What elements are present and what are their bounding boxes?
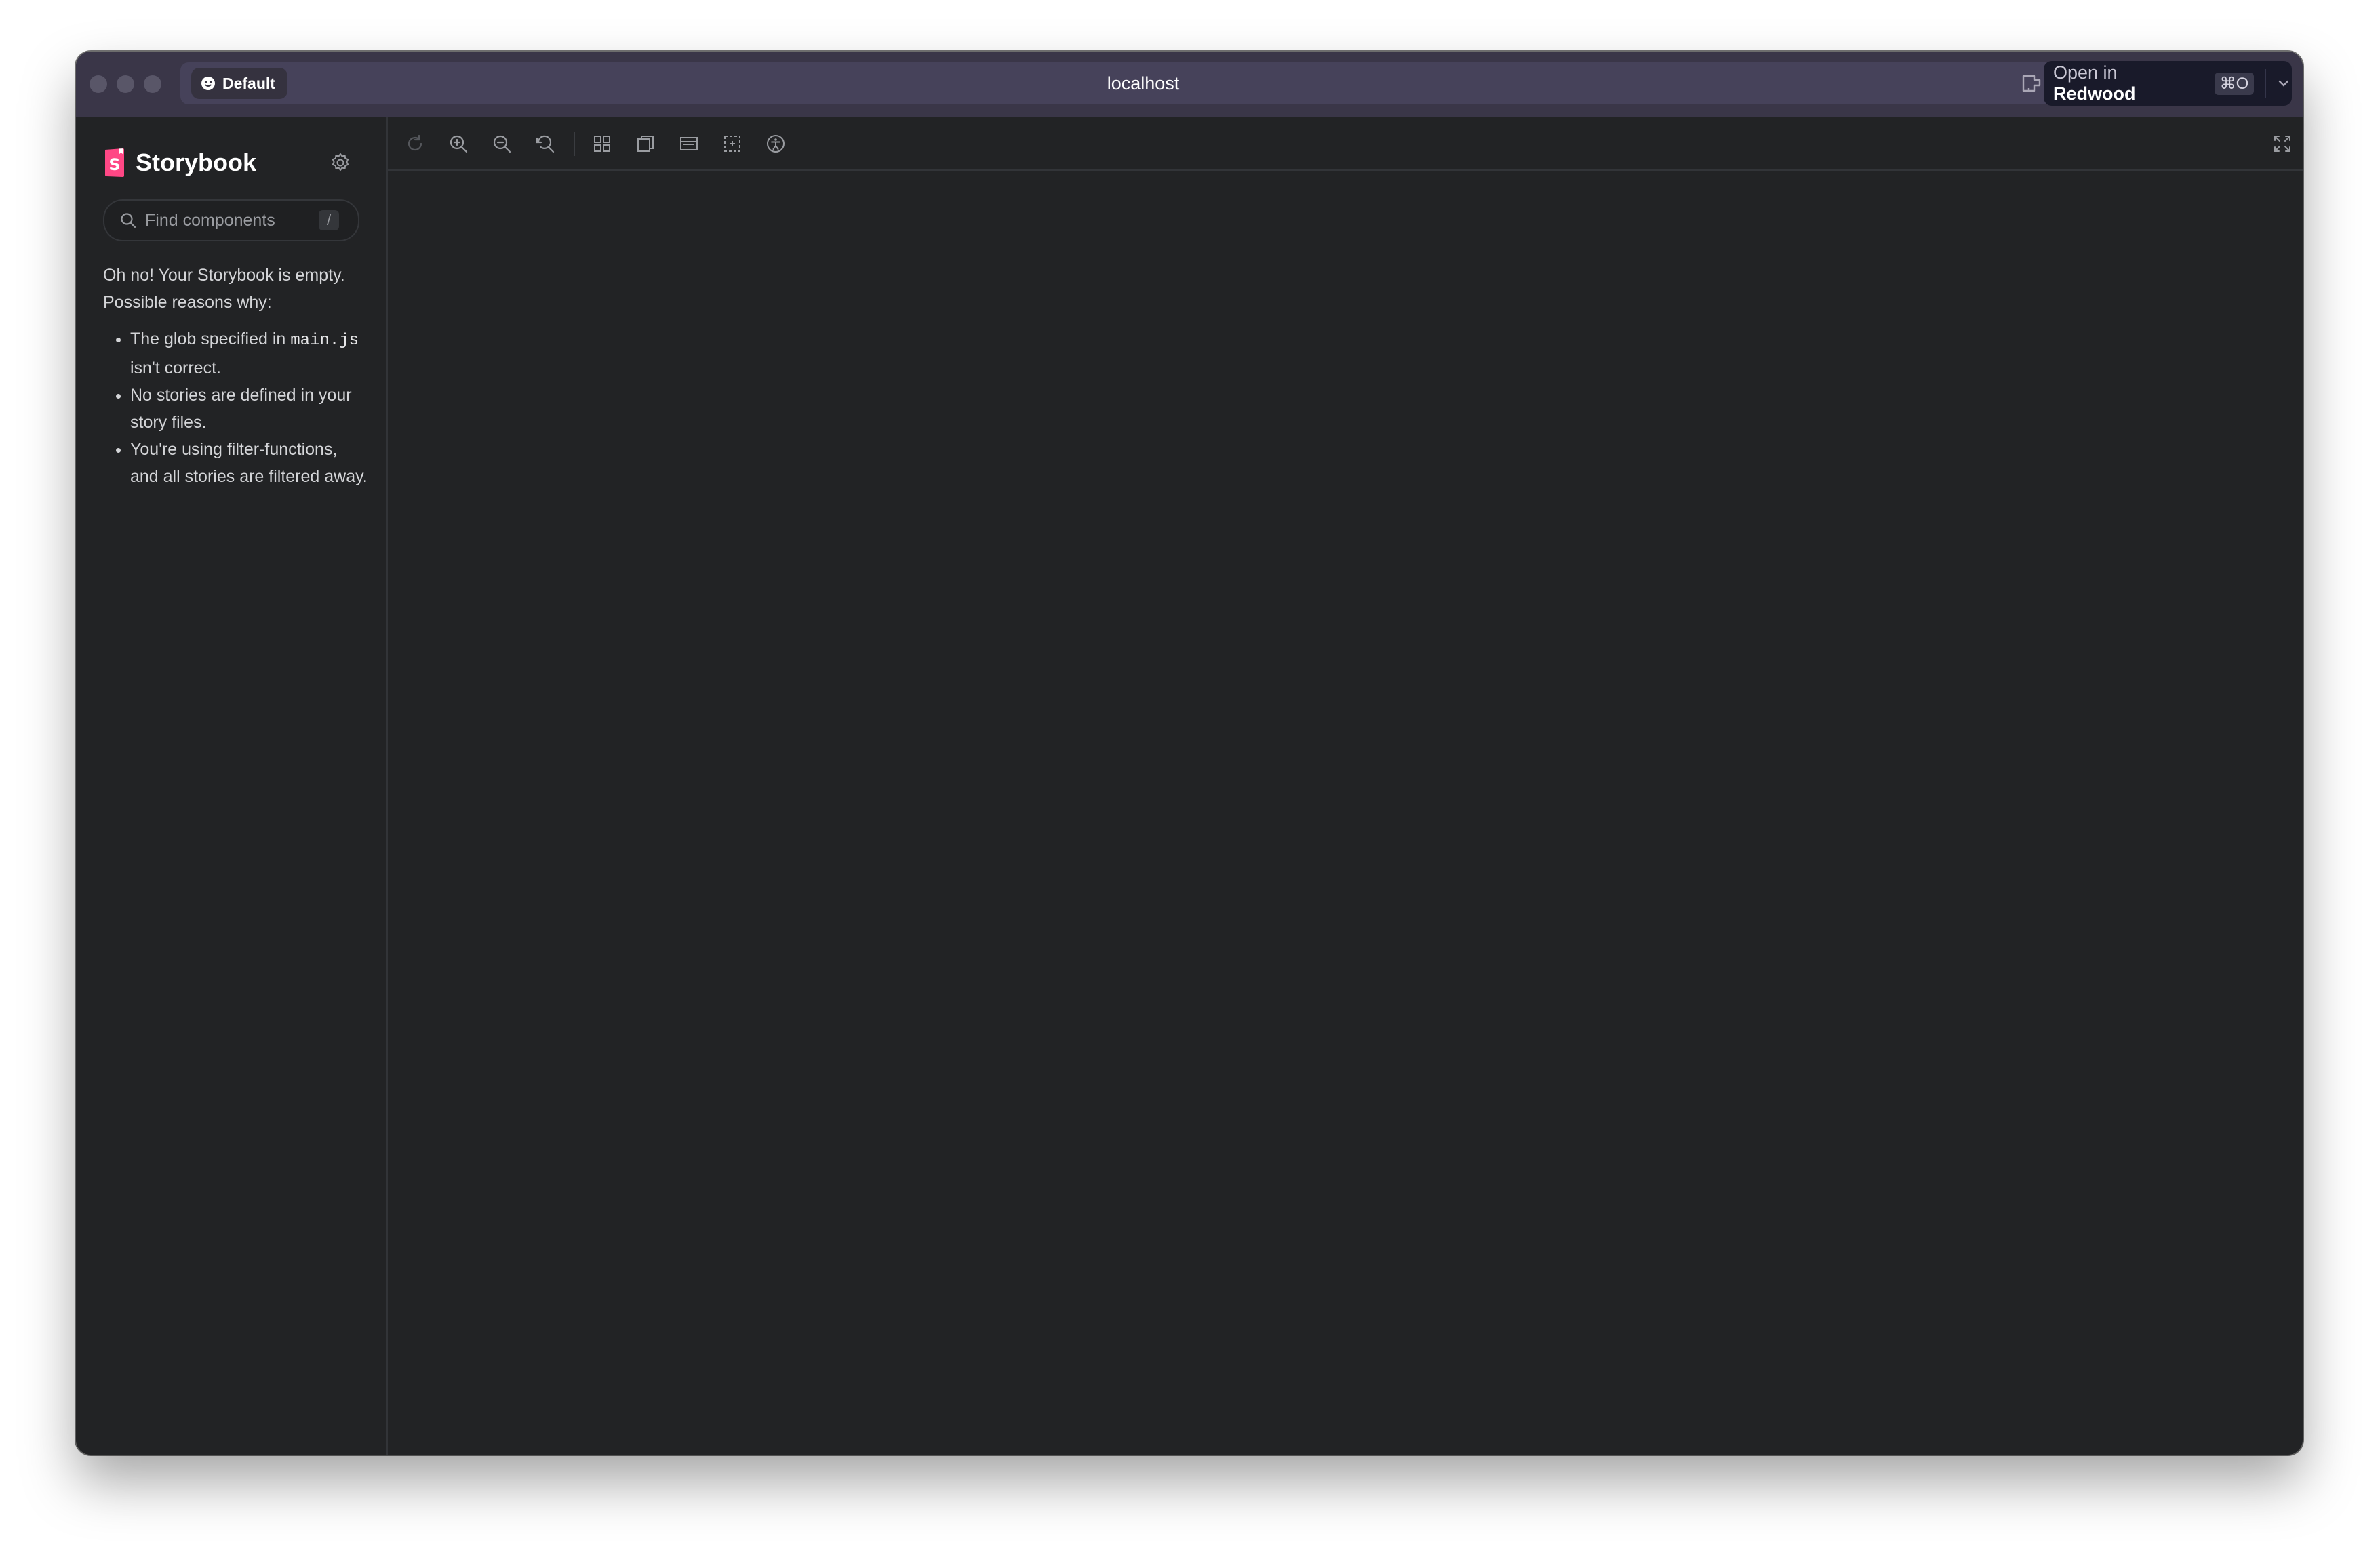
- chevron-down-icon[interactable]: [2276, 75, 2292, 92]
- storybook-logo[interactable]: S Storybook: [103, 148, 256, 178]
- button-divider: [2265, 69, 2267, 98]
- shortcut-badge: ⌘O: [2214, 72, 2255, 95]
- maximize-window-button[interactable]: [144, 75, 161, 93]
- title-bar: Default localhost Open in Redwood ⌘O: [76, 52, 2303, 117]
- preview-toolbar: [388, 117, 2303, 171]
- address-bar[interactable]: Default localhost: [180, 62, 2106, 104]
- sidebar: S Storybook Find components / Oh no! You…: [76, 117, 388, 1455]
- extension-icon[interactable]: [2019, 70, 2045, 96]
- list-item: The glob specified in main.js isn't corr…: [130, 325, 368, 382]
- fullscreen-icon[interactable]: [2272, 133, 2293, 155]
- zoom-in-icon[interactable]: [448, 133, 469, 155]
- preview-area: [388, 117, 2303, 1455]
- list-item: No stories are defined in your story fil…: [130, 382, 368, 436]
- open-in-label: Open in Redwood: [2053, 62, 2136, 104]
- reasons-list: The glob specified in main.js isn't corr…: [103, 325, 368, 490]
- open-in-app-button[interactable]: Open in Redwood ⌘O: [2044, 61, 2292, 106]
- zoom-reset-icon[interactable]: [534, 133, 556, 155]
- storybook-logo-icon: S: [105, 148, 124, 177]
- zoom-out-icon[interactable]: [491, 133, 513, 155]
- reload-icon[interactable]: [404, 133, 426, 155]
- close-window-button[interactable]: [90, 75, 107, 93]
- gear-icon[interactable]: [330, 152, 351, 174]
- empty-intro: Oh no! Your Storybook is empty. Possible…: [103, 266, 345, 312]
- browser-window: Default localhost Open in Redwood ⌘O S S…: [76, 52, 2303, 1455]
- search-input[interactable]: Find components /: [103, 199, 359, 241]
- grid-icon[interactable]: [591, 133, 613, 155]
- svg-text:S: S: [108, 155, 120, 174]
- list-item: You're using filter-functions, and all s…: [130, 436, 368, 490]
- viewport-icon[interactable]: [678, 133, 700, 155]
- minimize-window-button[interactable]: [117, 75, 134, 93]
- accessibility-icon[interactable]: [765, 133, 787, 155]
- search-icon: [121, 213, 136, 228]
- brand-name: Storybook: [136, 148, 257, 176]
- empty-state-message: Oh no! Your Storybook is empty. Possible…: [103, 262, 368, 490]
- code-snippet: main.js: [290, 331, 359, 350]
- toolbar-separator: [574, 132, 575, 156]
- outline-icon[interactable]: [721, 133, 743, 155]
- background-icon[interactable]: [635, 133, 656, 155]
- search-shortcut: /: [319, 210, 339, 230]
- search-placeholder: Find components: [145, 211, 275, 230]
- url-text: localhost: [1107, 73, 1180, 94]
